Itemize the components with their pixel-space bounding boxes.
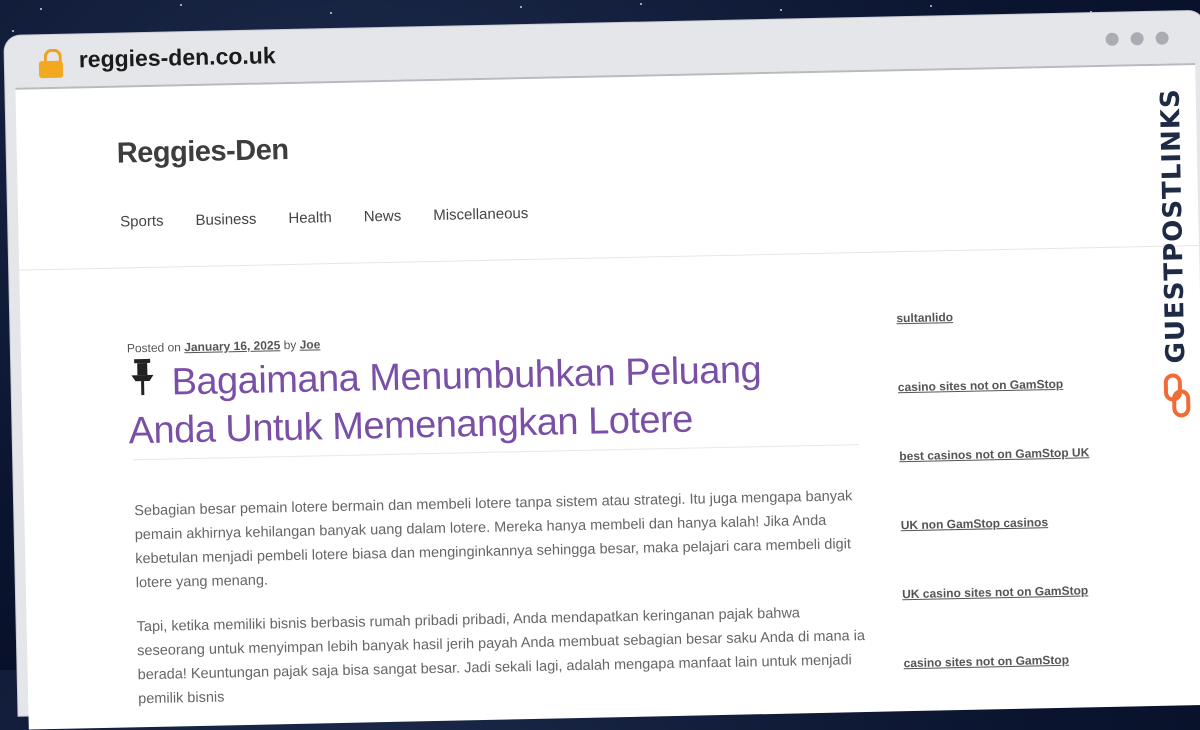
sidebar-link[interactable]: best casinos not on GamStop UK — [899, 445, 1119, 467]
watermark-text: GUESTPOSTLINKS — [1155, 88, 1192, 364]
sidebar-link[interactable]: casino sites not on GamStop — [898, 376, 1118, 398]
sidebar-link[interactable]: sultanlido — [896, 307, 1116, 329]
post-paragraph: Tapi, ketika memiliki bisnis berbasis ru… — [136, 605, 866, 708]
url-text[interactable]: reggies-den.co.uk — [79, 42, 276, 73]
nav-item-sports[interactable]: Sports — [120, 213, 164, 231]
browser-frame: reggies-den.co.uk Reggies-Den Sports Bus… — [4, 10, 1200, 730]
link-logo-icon — [1163, 373, 1191, 418]
post-content: Sebagian besar pemain lotere bermain dan… — [134, 484, 869, 730]
sidebar: sultanlido casino sites not on GamStop b… — [896, 307, 1125, 726]
posted-on-label: Posted on — [126, 340, 182, 356]
window-dot-icon[interactable] — [1130, 32, 1144, 46]
sidebar-link[interactable]: UK casino sites not on GamStop — [902, 583, 1122, 605]
nav-item-health[interactable]: Health — [288, 209, 332, 227]
post-author-link[interactable]: Joe — [300, 337, 321, 351]
nav-item-miscellaneous[interactable]: Miscellaneous — [433, 205, 528, 224]
nav-item-news[interactable]: News — [364, 208, 402, 226]
window-dot-icon[interactable] — [1155, 31, 1169, 45]
header-divider — [19, 244, 1199, 271]
by-label: by — [283, 337, 297, 353]
sidebar-link[interactable]: UK non GamStop casinos — [901, 514, 1121, 536]
main-nav: Sports Business Health News Miscellaneou… — [120, 205, 528, 231]
post-date-link[interactable]: January 16, 2025 — [184, 338, 280, 354]
window-controls — [1105, 31, 1169, 46]
pushpin-icon — [131, 358, 154, 396]
lock-icon — [38, 48, 66, 80]
browser-window: reggies-den.co.uk Reggies-Den Sports Bus… — [0, 0, 1200, 730]
post-title-text: Bagaimana Menumbuhkan Peluang Anda Untuk… — [128, 349, 762, 453]
post-title: Bagaimana Menumbuhkan Peluang Anda Untuk… — [127, 342, 849, 455]
window-dot-icon[interactable] — [1105, 32, 1119, 46]
post-meta: Posted on January 16, 2025 by Joe — [127, 337, 321, 355]
site-title[interactable]: Reggies-Den — [116, 134, 288, 171]
guestpostlinks-watermark: GUESTPOSTLINKS — [1150, 88, 1200, 424]
page-viewport: Reggies-Den Sports Business Health News … — [15, 62, 1200, 730]
nav-item-business[interactable]: Business — [195, 211, 256, 229]
post-paragraph: Sebagian besar pemain lotere bermain dan… — [134, 488, 853, 592]
